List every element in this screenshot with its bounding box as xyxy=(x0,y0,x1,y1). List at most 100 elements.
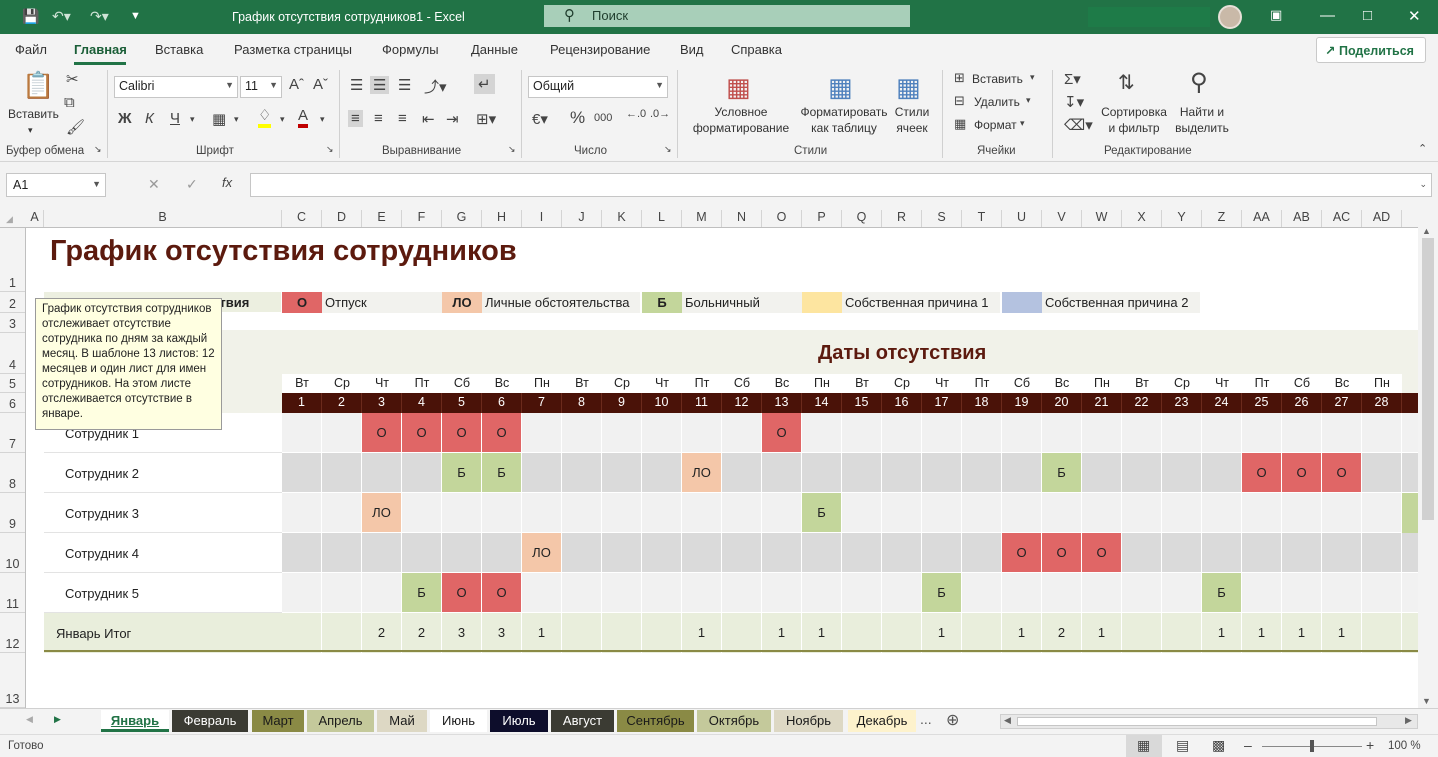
total-cell[interactable]: 1 xyxy=(1322,613,1362,653)
absence-cell[interactable]: О xyxy=(442,413,482,453)
ribbon-display-icon[interactable]: ▣ xyxy=(1270,7,1282,23)
align-center-icon[interactable]: ≡ xyxy=(374,110,383,127)
total-cell[interactable]: 1 xyxy=(1282,613,1322,653)
autosum-icon[interactable]: Σ▾ xyxy=(1064,70,1081,88)
formula-input[interactable]: ⌄ xyxy=(250,173,1432,197)
day-number-cell[interactable]: 3 xyxy=(362,393,402,413)
weekday-cell[interactable]: Пт xyxy=(962,374,1002,393)
absence-cell[interactable] xyxy=(282,453,322,493)
row-header-2[interactable]: 2 xyxy=(0,292,25,313)
absence-cell[interactable]: Б xyxy=(802,493,842,533)
day-number-cell[interactable]: 21 xyxy=(1082,393,1122,413)
alignment-launcher-icon[interactable]: ↘ xyxy=(508,144,516,155)
next-sheet-icon[interactable]: ▶ xyxy=(54,714,61,725)
employee-name-cell[interactable]: Сотрудник 2 xyxy=(44,453,282,493)
align-top-icon[interactable]: ☰ xyxy=(350,76,363,94)
absence-cell[interactable] xyxy=(1162,493,1202,533)
scroll-left-icon[interactable]: ◀ xyxy=(1004,715,1011,726)
tab-data[interactable]: Данные xyxy=(471,42,518,57)
close-icon[interactable]: ✕ xyxy=(1408,7,1421,25)
absence-cell[interactable]: О xyxy=(1242,453,1282,493)
clipboard-launcher-icon[interactable]: ↘ xyxy=(94,144,102,155)
employee-name-cell[interactable]: Сотрудник 3 xyxy=(44,493,282,533)
cell-styles-button[interactable]: Стили ячеек xyxy=(888,104,936,136)
weekday-cell[interactable]: Вс xyxy=(1322,374,1362,393)
absence-cell[interactable] xyxy=(1162,533,1202,573)
absence-cell[interactable]: Б xyxy=(922,573,962,613)
weekday-cell[interactable]: Чт xyxy=(1202,374,1242,393)
absence-cell[interactable] xyxy=(1402,453,1418,493)
page-layout-icon[interactable]: ▤ xyxy=(1176,737,1189,754)
absence-cell[interactable] xyxy=(882,453,922,493)
absence-cell[interactable] xyxy=(962,493,1002,533)
total-cell[interactable]: 1 xyxy=(1202,613,1242,653)
day-number-cell[interactable]: 26 xyxy=(1282,393,1322,413)
sheet-tab[interactable]: Август xyxy=(551,710,614,732)
column-header-ab[interactable]: AB xyxy=(1282,210,1322,227)
weekday-cell[interactable]: Ср xyxy=(322,374,362,393)
absence-cell[interactable] xyxy=(802,533,842,573)
absence-cell[interactable] xyxy=(762,453,802,493)
absence-cell[interactable] xyxy=(562,453,602,493)
absence-cell[interactable] xyxy=(1242,573,1282,613)
column-header-aa[interactable]: AA xyxy=(1242,210,1282,227)
absence-cell[interactable] xyxy=(562,533,602,573)
absence-cell[interactable] xyxy=(642,493,682,533)
day-number-cell[interactable]: 24 xyxy=(1202,393,1242,413)
absence-cell[interactable] xyxy=(762,533,802,573)
format-dropdown-icon[interactable]: ▾ xyxy=(1020,118,1025,129)
absence-cell[interactable] xyxy=(282,573,322,613)
font-color-icon[interactable]: A xyxy=(298,108,309,128)
absence-cell[interactable]: О xyxy=(1002,533,1042,573)
absence-cell[interactable] xyxy=(1322,533,1362,573)
day-number-cell[interactable]: 12 xyxy=(722,393,762,413)
decrease-decimal-icon[interactable]: .0→ xyxy=(650,108,670,120)
absence-cell[interactable] xyxy=(642,413,682,453)
absence-cell[interactable] xyxy=(1322,573,1362,613)
absence-cell[interactable] xyxy=(1082,573,1122,613)
day-number-cell[interactable]: 28 xyxy=(1362,393,1402,413)
absence-cell[interactable] xyxy=(722,413,762,453)
sheet-tab[interactable]: Март xyxy=(252,710,304,732)
column-header-k[interactable]: K xyxy=(602,210,642,227)
absence-cell[interactable] xyxy=(282,493,322,533)
column-header-y[interactable]: Y xyxy=(1162,210,1202,227)
scroll-right-icon[interactable]: ▶ xyxy=(1405,715,1412,726)
copy-icon[interactable]: ⧉ xyxy=(64,94,75,111)
currency-icon[interactable]: €▾ xyxy=(532,110,548,128)
insert-function-icon[interactable]: fx xyxy=(222,175,232,190)
absence-cell[interactable] xyxy=(1162,413,1202,453)
increase-decimal-icon[interactable]: ←.0 xyxy=(626,108,646,120)
underline-dropdown-icon[interactable]: ▾ xyxy=(190,114,195,125)
row-header-6[interactable]: 6 xyxy=(0,393,25,413)
absence-cell[interactable] xyxy=(1122,413,1162,453)
day-number-cell[interactable]: 27 xyxy=(1322,393,1362,413)
scroll-down-icon[interactable]: ▼ xyxy=(1422,696,1431,706)
absence-cell[interactable] xyxy=(1362,453,1402,493)
absence-cell[interactable] xyxy=(362,573,402,613)
weekday-cell[interactable]: Сб xyxy=(442,374,482,393)
legend-swatch[interactable] xyxy=(802,292,842,313)
total-cell[interactable]: 1 xyxy=(1082,613,1122,653)
paste-icon[interactable]: 📋 xyxy=(22,70,54,101)
number-format-select[interactable]: Общий ▼ xyxy=(528,76,668,98)
sheet-title[interactable]: График отсутствия сотрудников xyxy=(50,235,517,268)
worksheet-grid[interactable]: График отсутствия сотрудников тствия Дат… xyxy=(26,228,1418,708)
absence-cell[interactable] xyxy=(722,453,762,493)
absence-cell[interactable] xyxy=(842,533,882,573)
absence-cell[interactable] xyxy=(1082,493,1122,533)
column-header-f[interactable]: F xyxy=(402,210,442,227)
absence-cell[interactable] xyxy=(1162,453,1202,493)
column-header-l[interactable]: L xyxy=(642,210,682,227)
absence-cell[interactable]: О xyxy=(442,573,482,613)
insert-dropdown-icon[interactable]: ▾ xyxy=(1030,72,1035,83)
enter-icon[interactable]: ✓ xyxy=(186,176,198,193)
day-number-cell[interactable]: 13 xyxy=(762,393,802,413)
absence-cell[interactable] xyxy=(322,493,362,533)
absence-cell[interactable] xyxy=(362,533,402,573)
column-header-n[interactable]: N xyxy=(722,210,762,227)
total-cell[interactable]: 1 xyxy=(1242,613,1282,653)
column-header-e[interactable]: E xyxy=(362,210,402,227)
prev-sheet-icon[interactable]: ◀ xyxy=(26,714,33,725)
weekday-cell[interactable]: Ср xyxy=(882,374,922,393)
